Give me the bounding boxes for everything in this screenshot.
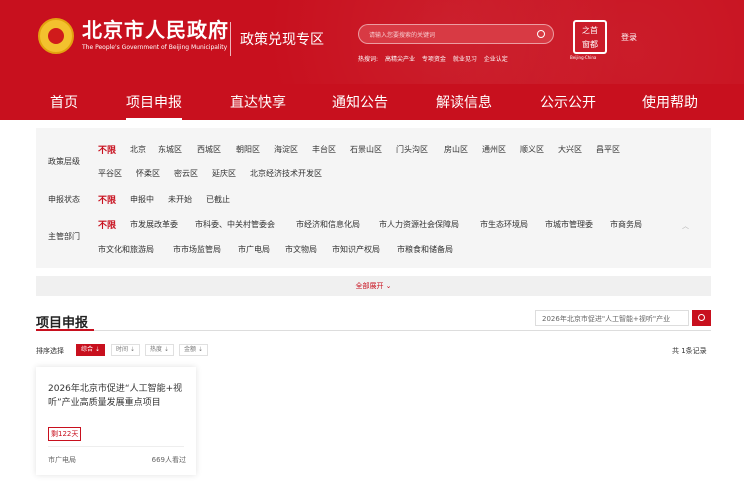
login-link[interactable]: 登录 (621, 32, 637, 43)
level-option[interactable]: 北京经济技术开发区 (250, 168, 322, 179)
sort-comprehensive[interactable]: 综合 ⇣ (76, 344, 105, 356)
sort-label: 排序选择 (36, 347, 64, 355)
record-count: 共 1条记录 (672, 347, 707, 355)
header-search-input[interactable]: 请输入您要搜索的关键词 (358, 24, 554, 44)
expand-all-button[interactable]: 全部展开 ⌄ (36, 276, 711, 296)
level-option[interactable]: 海淀区 (274, 144, 298, 155)
gov-title[interactable]: 北京市人民政府 (82, 14, 229, 43)
sort-time[interactable]: 时间 ⇣ (111, 344, 140, 356)
hot-label: 热搜词: (358, 56, 379, 63)
national-emblem-icon (38, 18, 74, 54)
filter-label-status: 申报状态 (48, 195, 80, 204)
hot-word[interactable]: 专项资金 (422, 56, 446, 63)
filter-label-dept: 主管部门 (48, 232, 80, 241)
level-option[interactable]: 西城区 (197, 144, 221, 155)
list-search-input[interactable]: 2026年北京市促进"人工智能+视听"产业 (535, 310, 689, 326)
status-option[interactable]: 已截止 (206, 194, 230, 205)
hot-words: 热搜词: 高精尖产业 专项资金 就业见习 企业认定 (358, 54, 513, 63)
level-option[interactable]: 通州区 (482, 144, 506, 155)
project-dept: 市广电局 (48, 456, 76, 464)
hot-word[interactable]: 就业见习 (453, 56, 477, 63)
filter-label-level: 政策层级 (48, 157, 80, 166)
section-divider (36, 330, 711, 331)
dept-option[interactable]: 市商务局 (610, 219, 642, 230)
level-option[interactable]: 北京 (130, 144, 146, 155)
dept-option[interactable]: 市经济和信息化局 (296, 219, 360, 230)
level-option[interactable]: 顺义区 (520, 144, 544, 155)
search-icon (698, 314, 705, 321)
status-option[interactable]: 不限 (98, 193, 116, 206)
sort-popularity[interactable]: 热度 ⇣ (145, 344, 174, 356)
nav-project-apply[interactable]: 项目申报 (126, 92, 182, 120)
level-option[interactable]: 大兴区 (558, 144, 582, 155)
dept-option[interactable]: 不限 (98, 218, 116, 231)
search-placeholder: 请输入您要搜索的关键词 (369, 32, 436, 39)
nav-publicity[interactable]: 公示公开 (540, 92, 596, 112)
status-option[interactable]: 申报中 (130, 194, 154, 205)
nav-interpretation[interactable]: 解读信息 (436, 92, 492, 112)
nav-help[interactable]: 使用帮助 (642, 92, 698, 112)
level-option[interactable]: 朝阳区 (236, 144, 260, 155)
capital-window-logo[interactable]: 之首 窗都 (573, 20, 607, 54)
dept-option[interactable]: 市粮食和储备局 (397, 244, 453, 255)
nav-home[interactable]: 首页 (50, 92, 78, 112)
status-option[interactable]: 未开始 (168, 194, 192, 205)
filter-panel: 政策层级 不限 北京 东城区 西城区 朝阳区 海淀区 丰台区 石景山区 门头沟区… (36, 128, 711, 268)
nav-direct[interactable]: 直达快享 (230, 92, 286, 112)
dept-option[interactable]: 市广电局 (238, 244, 270, 255)
search-icon[interactable] (537, 30, 545, 38)
level-option[interactable]: 延庆区 (212, 168, 236, 179)
level-option[interactable]: 丰台区 (312, 144, 336, 155)
card-divider (48, 446, 184, 447)
level-option[interactable]: 石景山区 (350, 144, 382, 155)
level-option[interactable]: 昌平区 (596, 144, 620, 155)
logo-subtitle: Beijing·China (570, 55, 597, 60)
dept-option[interactable]: 市发展改革委 (130, 219, 178, 230)
level-option[interactable]: 不限 (98, 143, 116, 156)
dept-option[interactable]: 市文化和旅游局 (98, 244, 154, 255)
level-option[interactable]: 密云区 (174, 168, 198, 179)
project-views: 669人看过 (151, 456, 186, 464)
level-option[interactable]: 东城区 (158, 144, 182, 155)
project-title[interactable]: 2026年北京市促进“人工智能+视听”产业高质量发展重点项目 (48, 382, 190, 410)
dept-option[interactable]: 市知识产权局 (332, 244, 380, 255)
main-nav: 首页 项目申报 直达快享 通知公告 解读信息 公示公开 使用帮助 (0, 86, 744, 120)
dept-option[interactable]: 市市场监管局 (173, 244, 221, 255)
dept-option[interactable]: 市人力资源社会保障局 (379, 219, 459, 230)
days-left-badge: 剩122天 (48, 427, 82, 441)
zone-title: 政策兑现专区 (240, 32, 324, 48)
gov-subtitle: The People's Government of Beijing Munic… (82, 44, 228, 51)
list-search-button[interactable] (692, 310, 711, 326)
dept-option[interactable]: 市科委、中关村管委会 (195, 219, 275, 230)
site-header: 北京市人民政府 The People's Government of Beiji… (0, 0, 744, 120)
hot-word[interactable]: 高精尖产业 (385, 56, 415, 63)
chevron-up-icon[interactable]: ︿ (682, 221, 689, 231)
nav-notices[interactable]: 通知公告 (332, 92, 388, 112)
level-option[interactable]: 怀柔区 (136, 168, 160, 179)
level-option[interactable]: 平谷区 (98, 168, 122, 179)
dept-option[interactable]: 市城市管理委 (545, 219, 593, 230)
hot-word[interactable]: 企业认定 (484, 56, 508, 63)
sort-amount[interactable]: 金额 ⇣ (179, 344, 208, 356)
level-option[interactable]: 门头沟区 (396, 144, 428, 155)
dept-option[interactable]: 市生态环境局 (480, 219, 528, 230)
header-divider (230, 22, 231, 56)
project-card[interactable]: 2026年北京市促进“人工智能+视听”产业高质量发展重点项目 剩122天 市广电… (36, 367, 196, 475)
level-option[interactable]: 房山区 (444, 144, 468, 155)
dept-option[interactable]: 市文物局 (285, 244, 317, 255)
section-title-underline (36, 329, 94, 331)
